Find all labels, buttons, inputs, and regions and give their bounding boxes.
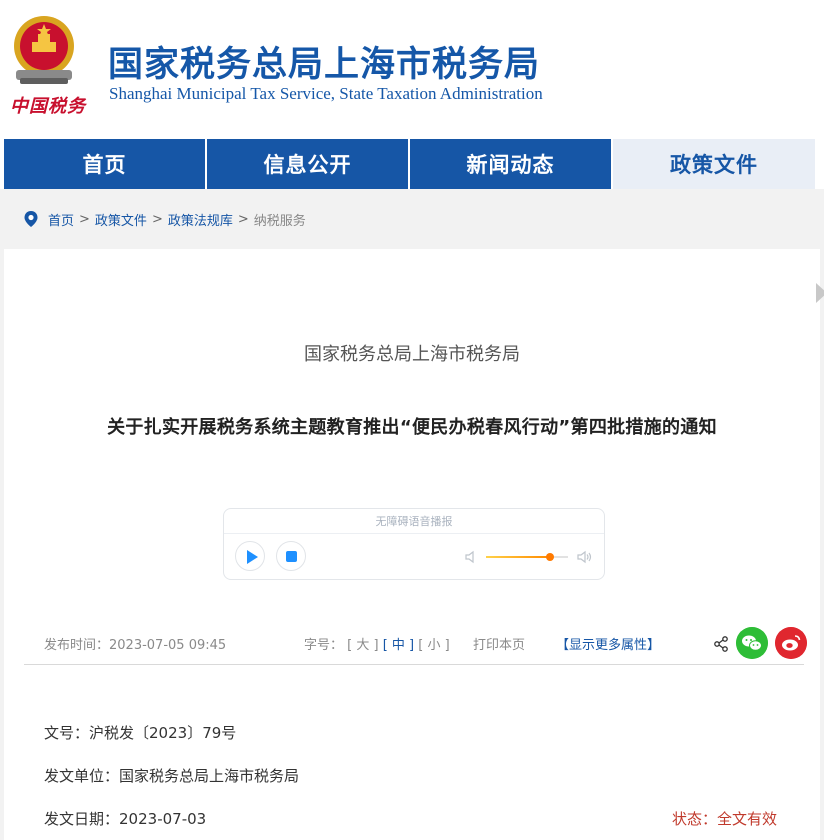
breadcrumb-library[interactable]: 政策法规库 — [168, 210, 233, 229]
emblem-icon — [14, 16, 74, 84]
publish-time-label: 发布时间： — [44, 638, 110, 653]
breadcrumb: 首页 > 政策文件 > 政策法规库 > 纳税服务 — [0, 189, 824, 249]
doc-number-row: 文号：沪税发〔2023〕79号 — [44, 722, 236, 743]
volume-fill — [486, 556, 550, 558]
share-icon[interactable] — [713, 636, 729, 652]
location-pin-icon — [24, 211, 38, 227]
show-more-attributes-button[interactable]: 【显示更多属性】 — [556, 634, 660, 653]
breadcrumb-current: 纳税服务 — [253, 213, 306, 229]
site-title[interactable]: 国家税务总局上海市税务局 — [108, 36, 540, 87]
article-meta-bar: 发布时间：2023-07-05 09:45 字号： [ 大 ] [ 中 ] [ … — [24, 625, 807, 665]
issuer-row: 发文单位：国家税务总局上海市税务局 — [44, 765, 299, 786]
status-badge: 状态：全文有效 — [672, 808, 777, 829]
volume-high-icon[interactable] — [577, 550, 593, 564]
doc-number-value: 沪税发〔2023〕79号 — [89, 724, 237, 742]
nav-item-home[interactable]: 首页 — [4, 139, 205, 189]
issue-date-value: 2023-07-03 — [119, 810, 207, 828]
page-title: 关于扎实开展税务系统主题教育推出“便民办税春风行动”第四批措施的通知 — [107, 417, 717, 438]
volume-slider[interactable] — [486, 553, 568, 561]
volume-low-icon[interactable] — [464, 550, 478, 564]
doc-number-label: 文号： — [44, 724, 90, 742]
audio-player: 无障碍语音播报 — [223, 508, 605, 580]
stop-button[interactable] — [276, 541, 306, 571]
player-divider — [224, 533, 604, 534]
weibo-icon[interactable] — [775, 627, 807, 659]
play-button[interactable] — [235, 541, 265, 571]
breadcrumb-home[interactable]: 首页 — [48, 210, 74, 229]
status-label: 状态： — [672, 810, 718, 828]
issuer-value: 国家税务总局上海市税务局 — [119, 767, 300, 785]
nav-item-info[interactable]: 信息公开 — [207, 139, 408, 189]
issue-date-row: 发文日期：2023-07-03 — [44, 808, 206, 829]
font-size-controls: 字号： [ 大 ] [ 中 ] [ 小 ] — [304, 634, 450, 653]
site-header: 中国税务 国家税务总局上海市税务局 Shanghai Municipal Tax… — [0, 0, 824, 139]
main-nav: 首页 信息公开 新闻动态 政策文件 — [0, 139, 824, 189]
site-subtitle: Shanghai Municipal Tax Service, State Ta… — [109, 84, 543, 103]
breadcrumb-policy[interactable]: 政策文件 — [95, 210, 147, 229]
nav-item-news[interactable]: 新闻动态 — [410, 139, 611, 189]
logo-text: 中国税务 — [10, 96, 86, 117]
player-label: 无障碍语音播报 — [375, 515, 453, 528]
font-size-small-button[interactable]: [ 小 ] — [418, 638, 449, 653]
play-icon — [247, 550, 258, 564]
font-size-large-button[interactable]: [ 大 ] — [347, 638, 378, 653]
breadcrumb-separator: > — [79, 211, 90, 227]
stop-icon — [286, 551, 297, 562]
breadcrumb-separator: > — [151, 211, 163, 227]
chevron-right-icon[interactable] — [814, 282, 824, 304]
issuer-label: 发文单位： — [44, 767, 120, 785]
publish-time: 发布时间：2023-07-05 09:45 — [44, 634, 226, 653]
publish-time-value: 2023-07-05 09:45 — [109, 638, 227, 653]
status-value: 全文有效 — [717, 810, 778, 828]
volume-knob[interactable] — [545, 553, 554, 561]
issue-date-label: 发文日期： — [44, 810, 120, 828]
wechat-icon[interactable] — [736, 627, 768, 659]
breadcrumb-separator: > — [237, 211, 249, 227]
font-size-medium-button[interactable]: [ 中 ] — [383, 638, 414, 653]
print-button[interactable]: 打印本页 — [473, 634, 525, 653]
font-size-label: 字号： — [304, 638, 344, 653]
nav-item-policy[interactable]: 政策文件 — [613, 139, 815, 189]
issuing-agency: 国家税务总局上海市税务局 — [304, 344, 520, 365]
